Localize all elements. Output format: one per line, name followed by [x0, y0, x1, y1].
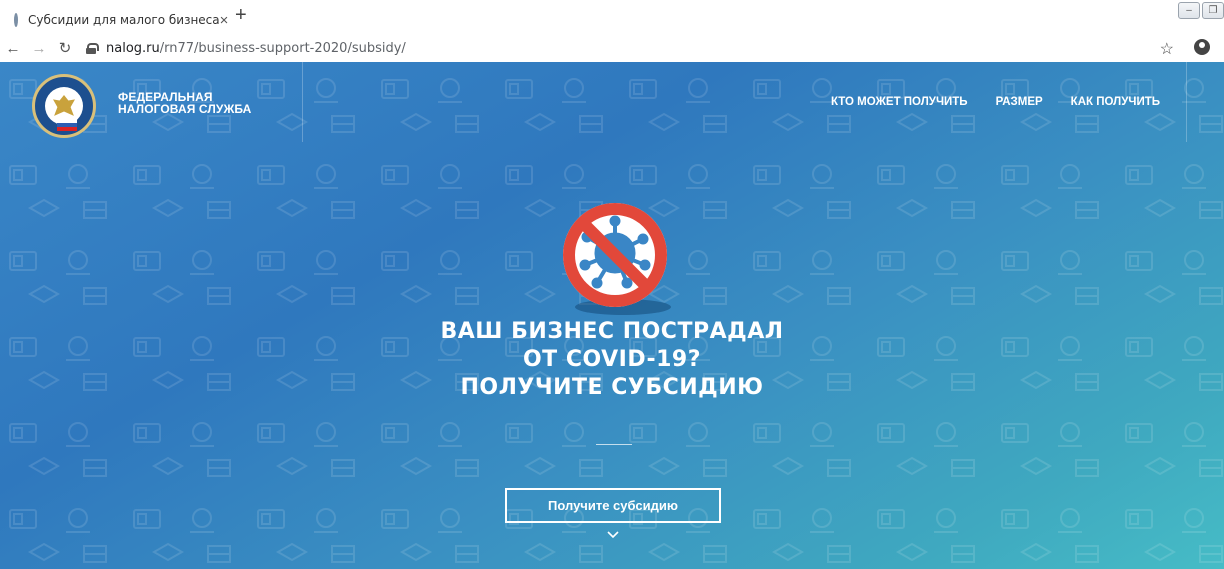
get-subsidy-button[interactable]: Получите субсидию [505, 488, 721, 523]
url-path: /rn77/business-support-2020/subsidy/ [159, 40, 406, 56]
no-virus-icon [563, 203, 671, 315]
nav-size[interactable]: РАЗМЕР [996, 96, 1043, 108]
url-host: nalog.ru [106, 40, 160, 56]
hero-section: ФЕДЕРАЛЬНАЯ НАЛОГОВАЯ СЛУЖБА КТО МОЖЕТ П… [0, 62, 1224, 569]
headline-line3: ПОЛУЧИТЕ СУБСИДИЮ [460, 375, 764, 400]
browser-tab[interactable]: Субсидии для малого бизнеса × [6, 6, 228, 34]
decor-divider [596, 444, 632, 445]
nav-how-to-get[interactable]: КАК ПОЛУЧИТЬ [1071, 96, 1160, 108]
new-tab-button[interactable]: + [235, 4, 247, 27]
headline-line1: ВАШ БИЗНЕС ПОСТРАДАЛ [440, 319, 784, 344]
hero-headline: ВАШ БИЗНЕС ПОСТРАДАЛ ОТ COVID-19? ПОЛУЧИ… [0, 318, 1224, 402]
chevron-down-icon[interactable] [606, 528, 620, 542]
nav-who-can-get[interactable]: КТО МОЖЕТ ПОЛУЧИТЬ [831, 96, 968, 108]
back-arrow-icon[interactable]: ← [0, 40, 26, 57]
site-favicon-icon [14, 13, 18, 27]
header-divider [302, 62, 303, 142]
forward-arrow-icon[interactable]: → [26, 40, 52, 57]
window-controls: – ❐ [1178, 2, 1224, 19]
flag-icon [57, 119, 77, 131]
tab-title: Субсидии для малого бизнеса [28, 13, 220, 27]
top-navigation: КТО МОЖЕТ ПОЛУЧИТЬ РАЗМЕР КАК ПОЛУЧИТЬ [831, 96, 1160, 108]
close-tab-icon[interactable]: × [220, 12, 229, 29]
lock-icon[interactable] [86, 42, 99, 54]
address-bar-row: ← → ↻ nalog.ru/rn77/business-support-202… [0, 34, 1224, 62]
reload-icon[interactable]: ↻ [52, 39, 78, 57]
headline-line2: ОТ COVID-19? [522, 347, 701, 372]
brand-line2: НАЛОГОВАЯ СЛУЖБА [118, 102, 252, 116]
header-divider [1186, 62, 1187, 142]
eagle-icon [53, 95, 75, 116]
browser-tab-bar: Субсидии для малого бизнеса × + – ❐ [0, 0, 1224, 34]
profile-icon[interactable] [1194, 39, 1210, 55]
url-field[interactable]: nalog.ru/rn77/business-support-2020/subs… [106, 41, 406, 56]
fns-logo[interactable] [32, 74, 96, 138]
brand-name[interactable]: ФЕДЕРАЛЬНАЯ НАЛОГОВАЯ СЛУЖБА [118, 91, 251, 115]
bookmark-star-icon[interactable]: ☆ [1160, 39, 1174, 59]
minimize-button[interactable]: – [1178, 2, 1200, 19]
restore-button[interactable]: ❐ [1202, 2, 1224, 19]
